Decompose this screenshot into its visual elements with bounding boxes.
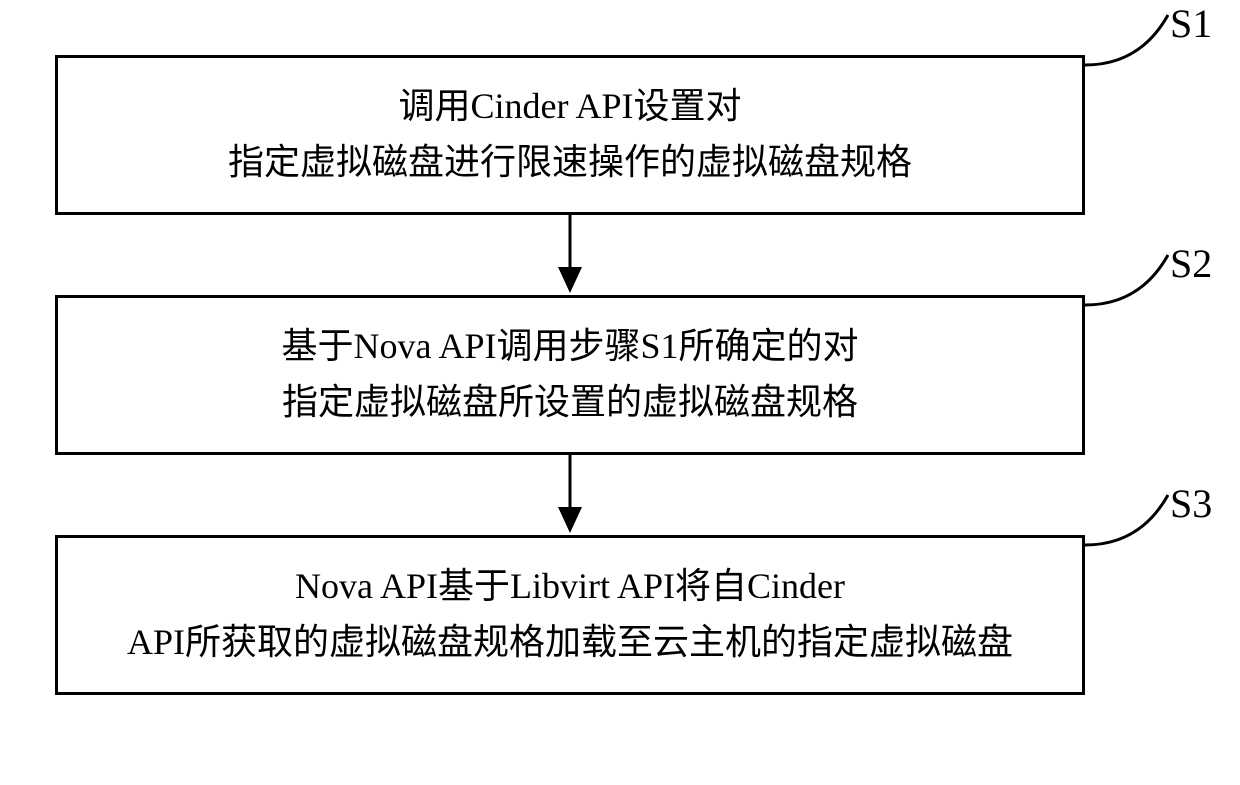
step-s2-box: 基于Nova API调用步骤S1所确定的对 指定虚拟磁盘所设置的虚拟磁盘规格 (55, 295, 1085, 455)
step-s3-box: Nova API基于Libvirt API将自Cinder API所获取的虚拟磁… (55, 535, 1085, 695)
step-s2-callout (1080, 250, 1175, 310)
step-s1-label: S1 (1170, 0, 1212, 47)
step-s1-line2: 指定虚拟磁盘进行限速操作的虚拟磁盘规格 (228, 135, 912, 191)
step-s1-callout (1080, 10, 1175, 70)
step-s3-line1: Nova API基于Libvirt API将自Cinder (295, 559, 845, 615)
flowchart-canvas: 调用Cinder API设置对 指定虚拟磁盘进行限速操作的虚拟磁盘规格 S1 基… (0, 0, 1240, 785)
step-s3-line2: API所获取的虚拟磁盘规格加载至云主机的指定虚拟磁盘 (127, 615, 1013, 671)
arrow-s2-s3 (552, 455, 588, 535)
step-s1-line1: 调用Cinder API设置对 (398, 79, 741, 135)
step-s3-label: S3 (1170, 480, 1212, 527)
step-s3-callout (1080, 490, 1175, 550)
step-s2-label: S2 (1170, 240, 1212, 287)
arrow-s1-s2 (552, 215, 588, 295)
step-s1-box: 调用Cinder API设置对 指定虚拟磁盘进行限速操作的虚拟磁盘规格 (55, 55, 1085, 215)
step-s2-line2: 指定虚拟磁盘所设置的虚拟磁盘规格 (282, 375, 858, 431)
step-s2-line1: 基于Nova API调用步骤S1所确定的对 (281, 319, 858, 375)
